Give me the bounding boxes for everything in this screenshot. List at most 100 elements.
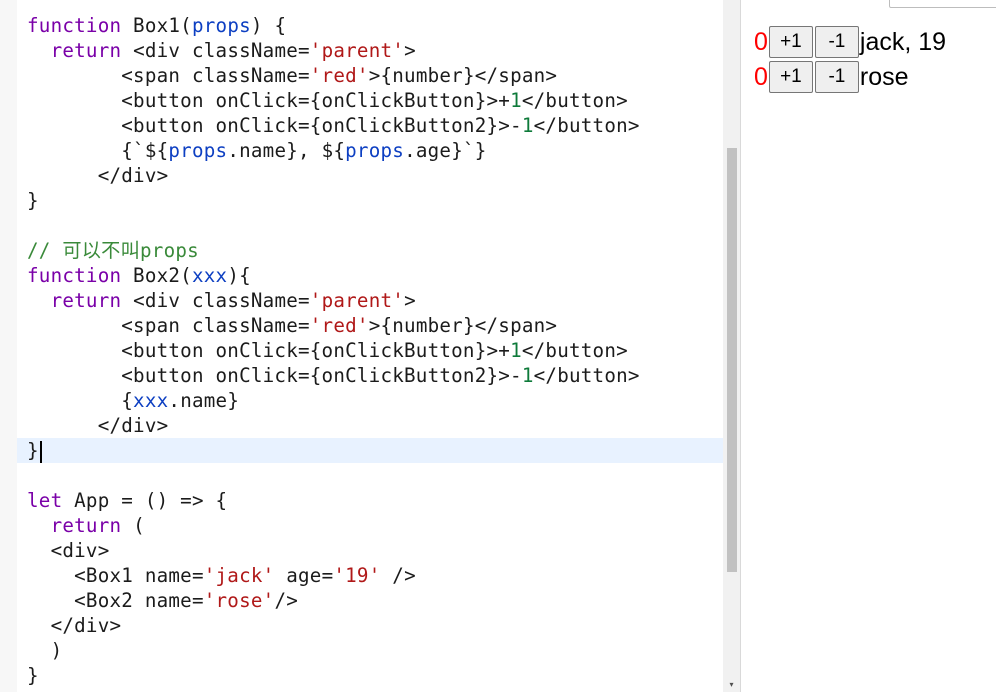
code-line[interactable]: ): [17, 638, 723, 663]
code-line[interactable]: <button onClick={onClickButton2}>-1</but…: [17, 113, 723, 138]
code-line[interactable]: <span className='red'>{number}</span>: [17, 63, 723, 88]
code-line[interactable]: let App = () => {: [17, 488, 723, 513]
code-token: .age}`}: [404, 139, 487, 162]
box2-plus-button[interactable]: +1: [768, 61, 813, 93]
code-token: xxx: [133, 389, 169, 412]
code-token: return: [50, 289, 122, 312]
code-token: </button>: [521, 89, 628, 112]
code-token: <Box2 name=: [27, 589, 204, 612]
code-token: 'jack': [203, 564, 275, 587]
box2-minus-button[interactable]: -1: [814, 61, 859, 93]
box1-plus-button[interactable]: +1: [768, 26, 813, 58]
code-token: (: [121, 514, 145, 537]
code-token: ) {: [250, 14, 287, 37]
code-token: 1: [510, 339, 522, 362]
code-line[interactable]: <span className='red'>{number}</span>: [17, 313, 723, 338]
code-token: return: [50, 39, 122, 62]
code-line[interactable]: }: [17, 663, 723, 688]
code-token: 'red': [309, 64, 369, 87]
code-line[interactable]: <Box1 name='jack' age='19' />: [17, 563, 723, 588]
code-token: </div>: [27, 414, 169, 437]
code-editor[interactable]: function Box1(props) { return <div class…: [0, 0, 740, 692]
text-cursor: [39, 440, 42, 463]
code-token: return: [50, 514, 122, 537]
box2-number: 0: [754, 63, 768, 91]
code-line[interactable]: <button onClick={onClickButton}>+1</butt…: [17, 338, 723, 363]
code-token: Box1(: [121, 14, 192, 37]
code-token: }: [27, 664, 39, 687]
code-lines[interactable]: function Box1(props) { return <div class…: [17, 13, 723, 688]
code-token: >{number}</span>: [368, 314, 558, 337]
code-token: 'red': [309, 314, 369, 337]
code-line[interactable]: [17, 213, 723, 238]
code-line[interactable]: function Box1(props) {: [17, 13, 723, 38]
code-token: >: [404, 39, 416, 62]
code-token: 'parent': [309, 39, 405, 62]
box2-component: 0 +1 -1 rose: [754, 61, 946, 93]
code-line[interactable]: function Box2(xxx){: [17, 263, 723, 288]
code-token: // 可以不叫props: [27, 239, 199, 262]
box2-text: rose: [859, 63, 909, 91]
code-line[interactable]: <button onClick={onClickButton}>+1</butt…: [17, 88, 723, 113]
code-line[interactable]: return <div className='parent'>: [17, 38, 723, 63]
code-token: props: [168, 139, 228, 162]
code-line[interactable]: </div>: [17, 413, 723, 438]
box1-component: 0 +1 -1 jack, 19: [754, 26, 946, 58]
code-token: <Box1 name=: [27, 564, 204, 587]
preview-pane: 0 +1 -1 jack, 19 0 +1 -1 rose: [740, 0, 996, 692]
code-token: let: [27, 489, 63, 512]
code-token: <button onClick={onClickButton2}>-: [27, 364, 522, 387]
editor-vertical-scrollbar[interactable]: ▾: [723, 0, 740, 692]
code-token: </button>: [521, 339, 628, 362]
code-line[interactable]: return <div className='parent'>: [17, 288, 723, 313]
code-line[interactable]: // 可以不叫props: [17, 238, 723, 263]
code-token: function: [27, 264, 122, 287]
code-line[interactable]: return (: [17, 513, 723, 538]
code-token: <div className=: [121, 39, 310, 62]
code-line[interactable]: [17, 463, 723, 488]
code-token: 1: [521, 114, 534, 137]
code-line[interactable]: <Box2 name='rose'/>: [17, 588, 723, 613]
code-token: <button onClick={onClickButton}>+: [27, 339, 511, 362]
code-token: .name}: [168, 389, 240, 412]
code-line[interactable]: }: [17, 188, 723, 213]
code-token: <span className=: [27, 314, 310, 337]
box1-text: jack, 19: [859, 28, 947, 56]
app-window: function Box1(props) { return <div class…: [0, 0, 996, 692]
code-line[interactable]: </div>: [17, 613, 723, 638]
scroll-down-arrow-icon[interactable]: ▾: [723, 676, 740, 692]
code-token: <div className=: [121, 289, 310, 312]
code-token: <span className=: [27, 64, 310, 87]
code-token: xxx: [191, 264, 228, 287]
code-line[interactable]: {xxx.name}: [17, 388, 723, 413]
preview-top-tab[interactable]: [889, 0, 996, 8]
box1-number: 0: [754, 28, 768, 56]
editor-gutter: [0, 0, 17, 692]
code-token: <button onClick={onClickButton2}>-: [27, 114, 522, 137]
code-token: 1: [510, 89, 522, 112]
code-token: {`${: [27, 139, 169, 162]
code-token: >{number}</span>: [368, 64, 558, 87]
code-token: </button>: [533, 364, 640, 387]
code-token: Box2(: [121, 264, 192, 287]
code-token: />: [380, 564, 416, 587]
code-line[interactable]: </div>: [17, 163, 723, 188]
code-token: age=: [274, 564, 334, 587]
code-token: props: [191, 14, 251, 37]
code-token: .name}, ${: [227, 139, 346, 162]
code-token: </button>: [533, 114, 640, 137]
code-token: ){: [227, 264, 251, 287]
box1-minus-button[interactable]: -1: [814, 26, 859, 58]
code-line[interactable]: <button onClick={onClickButton2}>-1</but…: [17, 363, 723, 388]
code-line[interactable]: {`${props.name}, ${props.age}`}: [17, 138, 723, 163]
code-token: </div>: [27, 164, 169, 187]
code-token: />: [274, 589, 299, 612]
code-line[interactable]: <div>: [17, 538, 723, 563]
code-token: function: [27, 14, 122, 37]
code-line[interactable]: }: [17, 438, 723, 463]
code-token: <button onClick={onClickButton}>+: [27, 89, 511, 112]
scrollbar-thumb[interactable]: [727, 148, 737, 572]
